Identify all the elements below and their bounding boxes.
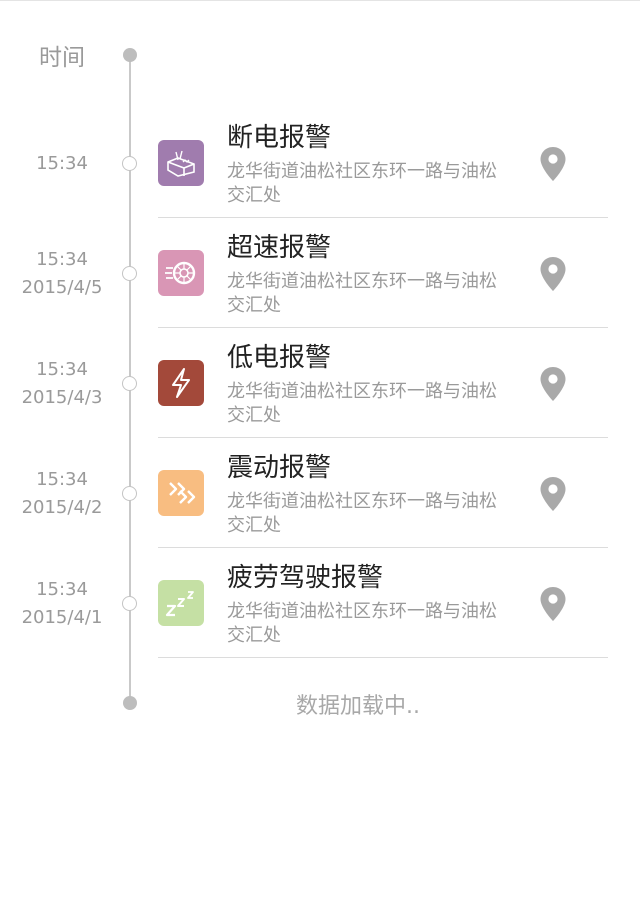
alarm-time-block: 15:34 [0,109,124,219]
fatigue-zzz-icon [158,580,204,626]
alarm-time: 15:34 [36,249,88,270]
alarm-item-vibration[interactable]: 15:34 2015/4/2 震动报警 龙华街道油松社区东环一路与油松交汇处 [0,439,640,549]
alarm-time: 15:34 [36,579,88,600]
location-pin-icon[interactable] [539,586,567,622]
alarm-item-speeding[interactable]: 15:34 2015/4/5 超速报警 龙华街道油松社区东环一路与油松交汇处 [0,219,640,329]
alarm-date: 2015/4/2 [21,497,103,518]
alarm-item-power-cut[interactable]: 15:34 断电报警 龙华街道油松社区东环一路与油松交汇处 [0,109,640,219]
location-pin-icon[interactable] [539,146,567,182]
alarm-time: 15:34 [36,469,88,490]
alarm-address: 龙华街道油松社区东环一路与油松交汇处 [227,491,497,536]
alarm-time-block: 15:34 2015/4/1 [0,549,124,659]
alarm-title: 低电报警 [227,343,332,373]
alarm-time: 15:34 [36,359,88,380]
timeline-node [122,596,137,611]
alarm-title: 疲劳驾驶报警 [227,563,384,593]
timeline-end-dot [123,696,137,710]
alarm-date: 2015/4/1 [21,607,103,628]
timeline-node [122,156,137,171]
row-divider [158,437,608,438]
alarm-title: 超速报警 [227,233,332,263]
alarm-date: 2015/4/5 [21,277,103,298]
alarm-time-block: 15:34 2015/4/2 [0,439,124,549]
alarm-address: 龙华街道油松社区东环一路与油松交汇处 [227,271,497,316]
timeline-start-dot [123,48,137,62]
timeline-node [122,376,137,391]
alarm-item-fatigue[interactable]: 15:34 2015/4/1 疲劳驾驶报警 龙华街道油松社区东环一路与油松交汇处 [0,549,640,659]
loading-indicator: 数据加载中.. [296,694,420,719]
top-border [0,0,640,1]
alarm-time: 15:34 [36,153,88,174]
row-divider [158,217,608,218]
time-column-header: 时间 [39,45,85,71]
row-divider [158,547,608,548]
timeline-node [122,266,137,281]
location-pin-icon[interactable] [539,366,567,402]
row-divider [158,327,608,328]
alarm-time-block: 15:34 2015/4/5 [0,219,124,329]
power-cut-icon [158,140,204,186]
alarm-address: 龙华街道油松社区东环一路与油松交汇处 [227,161,497,206]
alarm-item-low-power[interactable]: 15:34 2015/4/3 低电报警 龙华街道油松社区东环一路与油松交汇处 [0,329,640,439]
alarm-title: 震动报警 [227,453,332,483]
timeline-node [122,486,137,501]
alarm-address: 龙华街道油松社区东环一路与油松交汇处 [227,381,497,426]
alarm-address: 龙华街道油松社区东环一路与油松交汇处 [227,601,497,646]
alarm-time-block: 15:34 2015/4/3 [0,329,124,439]
vibration-icon [158,470,204,516]
location-pin-icon[interactable] [539,476,567,512]
location-pin-icon[interactable] [539,256,567,292]
alarm-date: 2015/4/3 [21,387,103,408]
low-power-bolt-icon [158,360,204,406]
alarm-title: 断电报警 [227,123,332,153]
speeding-wheel-icon [158,250,204,296]
row-divider [158,657,608,658]
